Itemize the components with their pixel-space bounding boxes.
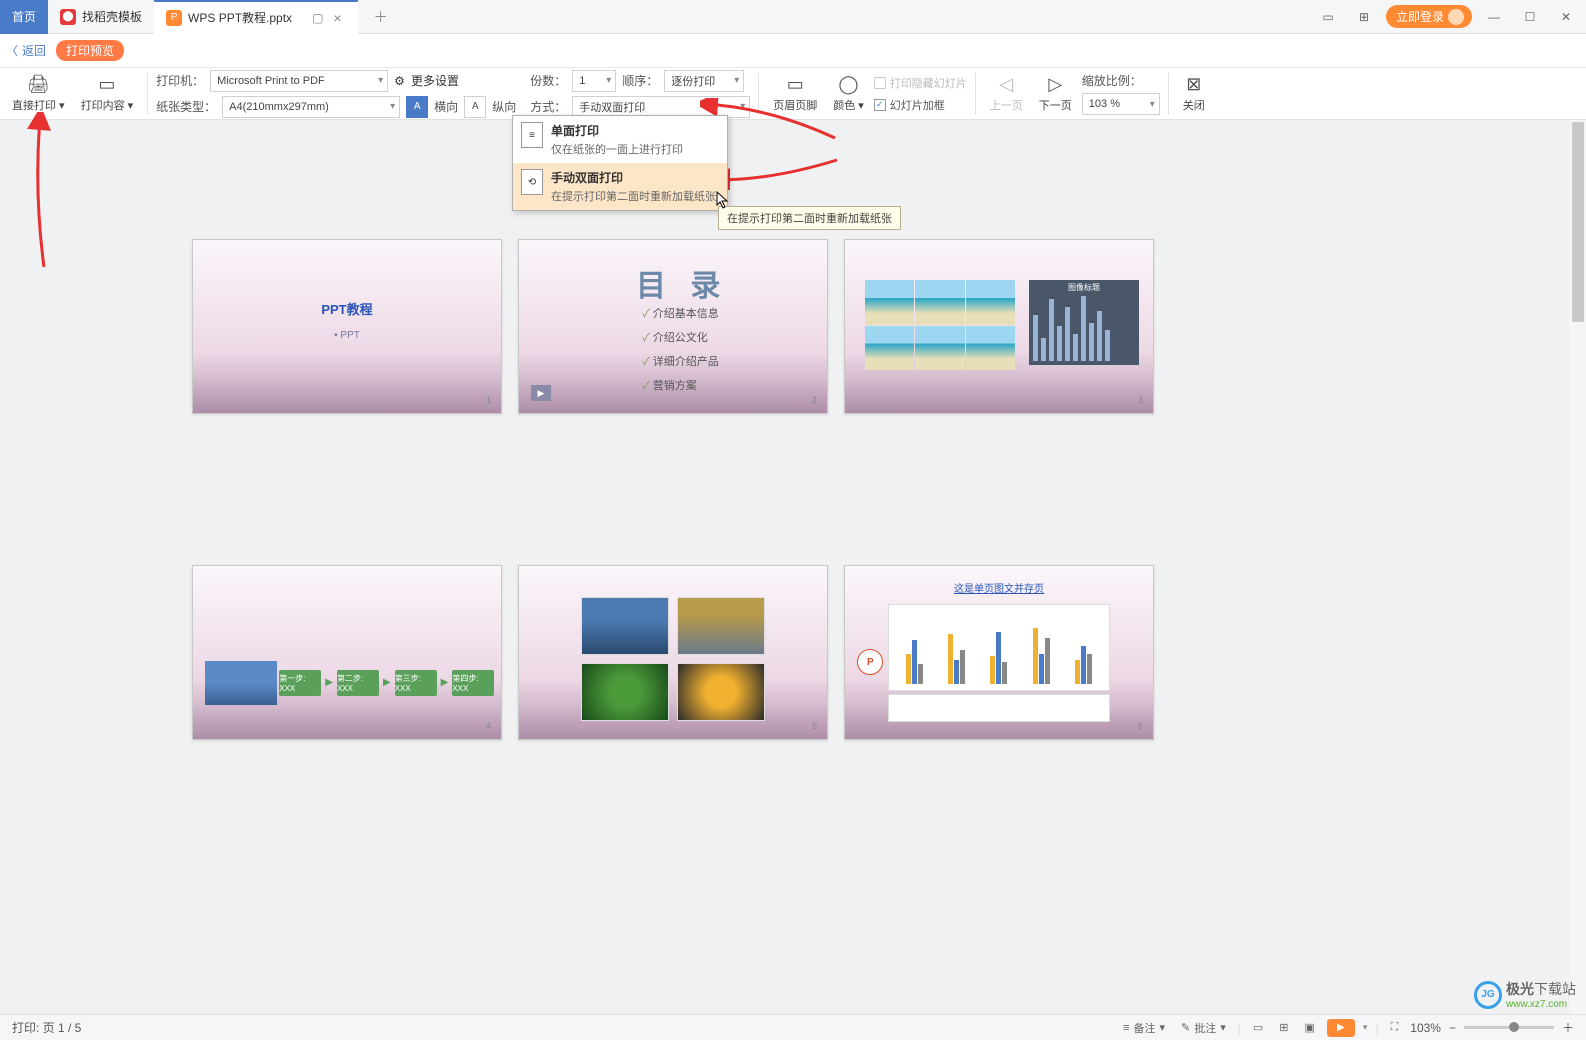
next-page-button[interactable]: ▷下一页 [1033,73,1078,114]
zoom-out-button[interactable]: − [1449,1021,1456,1035]
close-window-button[interactable]: ✕ [1552,3,1580,31]
divider [1168,73,1169,115]
vertical-scrollbar[interactable] [1570,120,1586,1014]
slide-thumb-3[interactable]: 图像标题3 [844,239,1154,414]
paper-label: 纸张类型： [156,98,216,115]
dropdown-option-manual-duplex[interactable]: ⟲ 手动双面打印在提示打印第二面时重新加载纸张 [513,163,727,210]
divider [147,73,148,115]
print-preview-badge: 打印预览 [56,40,124,61]
divider [758,73,759,115]
notes-button[interactable]: ≡备注 ▾ [1119,1018,1169,1038]
view-read-button[interactable]: ▣ [1301,1019,1319,1036]
way-label: 方式： [530,98,566,115]
tab-home[interactable]: 首页 [0,0,48,34]
zoom-slider[interactable] [1464,1026,1554,1029]
header-icon: ▭ [787,74,804,95]
ppt-badge-icon: P [857,649,883,675]
maximize-button[interactable]: ☐ [1516,3,1544,31]
login-button[interactable]: 立即登录 [1386,5,1472,28]
preview-canvas[interactable]: PPT教程• PPT1 目 录介绍基本信息介绍公文化详细介绍产品营销方案▶2 图… [0,120,1570,1014]
slide-thumb-4[interactable]: 第一步: XXX▶第二步: XXX▶第三步: XXX▶第四步: XXX4 [192,565,502,740]
plus-icon: ＋ [370,7,392,27]
slide-thumb-2[interactable]: 目 录介绍基本信息介绍公文化详细介绍产品营销方案▶2 [518,239,828,414]
zoom-value: 103% [1410,1021,1441,1035]
fullscreen-icon[interactable]: ▢ [312,11,323,25]
ppt-icon: P [166,10,182,26]
tooltip: 在提示打印第二面时重新加载纸张 [718,206,901,230]
play-icon: ▶ [531,385,551,401]
gear-icon: ⚙ [394,74,405,88]
tab-templates[interactable]: ⬤ 找稻壳模板 [48,0,154,34]
view-grid-button[interactable]: ⊞ [1275,1019,1292,1036]
copies-input[interactable]: 1 [572,70,616,92]
status-bar: 打印: 页 1 / 5 ≡备注 ▾ ✎批注 ▾ | ▭ ⊞ ▣ ▶▾ | ⛶ 1… [0,1014,1586,1040]
paper-select[interactable]: A4(210mmx297mm) [222,96,400,118]
next-icon: ▷ [1048,74,1062,95]
toolbar: 🖨直接打印 ▾ ▭打印内容 ▾ 打印机： Microsoft Print to P… [0,68,1586,120]
comment-icon: ✎ [1181,1021,1190,1034]
slide-thumb-1[interactable]: PPT教程• PPT1 [192,239,502,414]
slide-thumb-5[interactable]: 5 [518,565,828,740]
scrollbar-thumb[interactable] [1572,122,1584,322]
prev-icon: ◁ [999,74,1013,95]
close-icon: ⊠ [1186,74,1201,95]
watermark-logo: JG [1474,981,1502,1009]
slide-frame-checkbox[interactable]: ✓幻灯片加框 [874,97,967,113]
prev-page-button[interactable]: ◁上一页 [984,73,1029,114]
minimize-button[interactable]: — [1480,3,1508,31]
printer-icon: 🖨 [27,74,50,95]
color-icon: ◯ [838,74,858,95]
order-label: 顺序： [622,72,658,89]
printer-label: 打印机： [156,72,204,89]
slide-thumb-6[interactable]: 这是单页图文并存页P/*placeholder*/ 6 [844,565,1154,740]
back-button[interactable]: 〈返回 [6,42,46,59]
divider [975,73,976,115]
new-tab-button[interactable]: ＋ [358,0,404,34]
landscape-button[interactable]: A [406,96,428,118]
watermark: JG 极光下载站www.xz7.com [1474,979,1576,1010]
direct-print-button[interactable]: 🖨直接打印 ▾ [6,73,71,114]
dropdown-option-single[interactable]: ≡ 单面打印仅在纸张的一面上进行打印 [513,116,727,163]
comments-button[interactable]: ✎批注 ▾ [1177,1018,1230,1038]
checkbox-icon [874,77,886,89]
copies-label: 份数： [530,72,566,89]
view-normal-button[interactable]: ▭ [1249,1019,1267,1036]
header-footer-button[interactable]: ▭页眉页脚 [767,73,823,114]
slideshow-button[interactable]: ▶ [1327,1019,1355,1037]
notes-icon: ≡ [1123,1022,1129,1034]
chevron-left-icon: 〈 [6,42,18,59]
close-preview-button[interactable]: ⊠关闭 [1177,73,1211,114]
fit-screen-button[interactable]: ⛶ [1387,1019,1403,1036]
page-icon: ▭ [98,74,115,95]
sub-bar: 〈返回 打印预览 [0,34,1586,68]
duplex-dropdown: ≡ 单面打印仅在纸张的一面上进行打印 ⟲ 手动双面打印在提示打印第二面时重新加载… [512,115,728,211]
more-settings-button[interactable]: ⚙更多设置 [394,72,459,89]
zoom-in-button[interactable]: ＋ [1562,1019,1574,1036]
avatar-icon [1448,9,1464,25]
duplex-icon: ⟲ [521,169,543,195]
checkbox-icon: ✓ [874,99,886,111]
page-status: 打印: 页 1 / 5 [12,1019,81,1036]
printer-select[interactable]: Microsoft Print to PDF [210,70,388,92]
doke-icon: ⬤ [60,9,76,25]
title-bar: 首页 ⬤ 找稻壳模板 P WPS PPT教程.pptx ▢ × ＋ ▭ ⊞ 立即… [0,0,1586,34]
print-content-button[interactable]: ▭打印内容 ▾ [75,73,140,114]
hide-slides-checkbox[interactable]: 打印隐藏幻灯片 [874,75,967,91]
tab-document[interactable]: P WPS PPT教程.pptx ▢ × [154,0,358,34]
portrait-button[interactable]: A [464,96,486,118]
layout-icon-2[interactable]: ⊞ [1350,3,1378,31]
zoom-select[interactable]: 103 % [1082,93,1160,115]
layout-icon-1[interactable]: ▭ [1314,3,1342,31]
order-select[interactable]: 逐份打印 [664,70,744,92]
color-button[interactable]: ◯颜色 ▾ [827,73,870,114]
zoom-label: 缩放比例： [1082,72,1160,89]
single-side-icon: ≡ [521,122,543,148]
close-tab-icon[interactable]: × [329,10,345,26]
